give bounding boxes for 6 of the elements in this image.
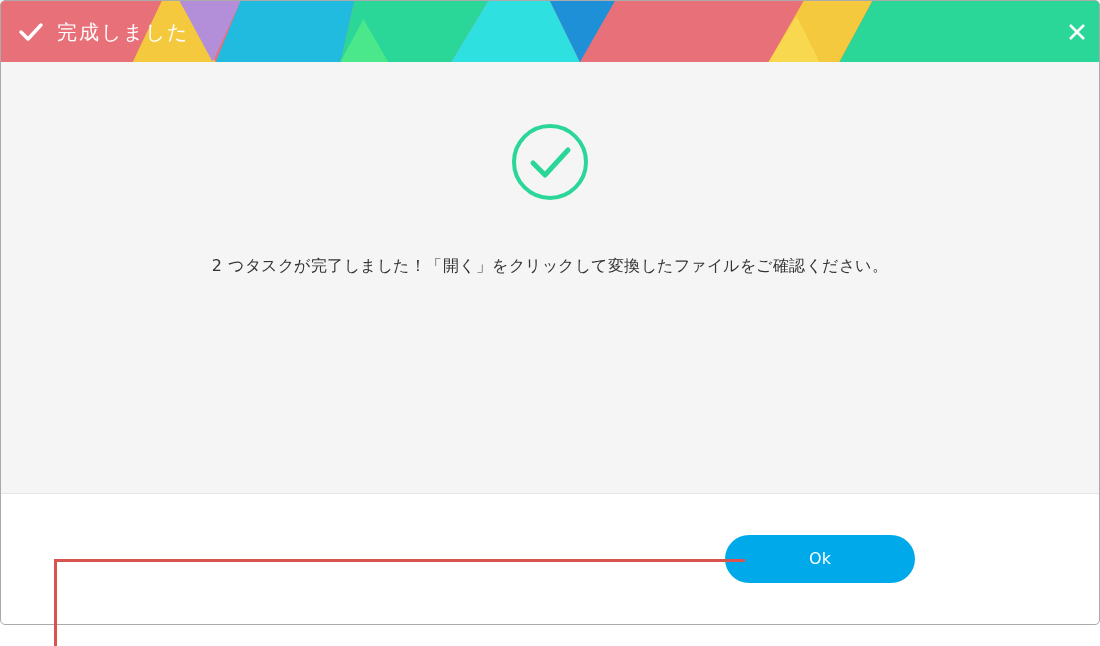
message-text: 2 つタスクが完了しました！「開く」をクリックして変換したファイルをご確認ください。 <box>211 255 889 277</box>
window-title: 完成しました <box>57 18 189 46</box>
success-check-icon <box>510 122 590 202</box>
check-icon <box>18 21 44 42</box>
close-button[interactable] <box>1067 21 1087 42</box>
ok-button[interactable]: Ok <box>725 535 915 583</box>
